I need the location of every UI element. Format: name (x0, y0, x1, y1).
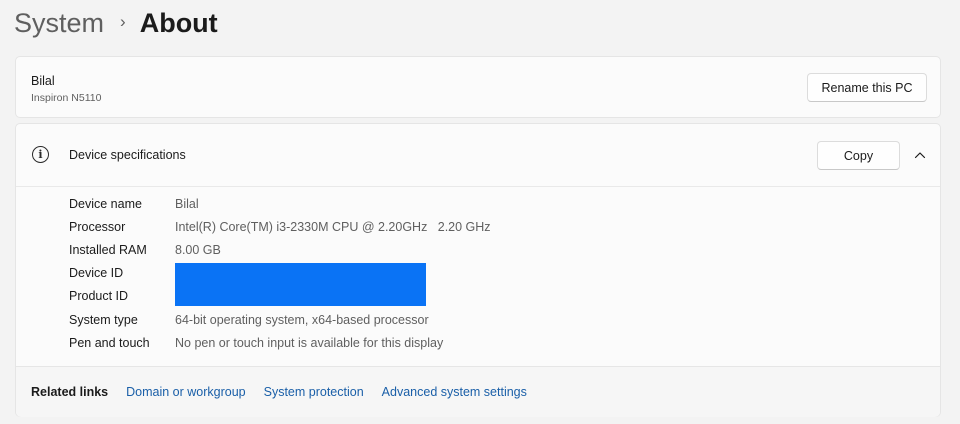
spec-row-product-id: Product ID (69, 286, 175, 306)
spec-row-installed-ram: Installed RAM 8.00 GB (69, 240, 221, 260)
breadcrumb: System › About (14, 4, 218, 42)
spec-label: Device ID (69, 266, 124, 280)
info-icon: i (32, 146, 49, 163)
pc-name-card: Bilal Inspiron N5110 Rename this PC (15, 56, 941, 118)
spec-row-system-type: System type 64-bit operating system, x64… (69, 310, 429, 330)
redaction-box (175, 263, 426, 306)
spec-label: Installed RAM (69, 243, 147, 257)
device-specifications-card: i Device specifications Copy Device name… (15, 123, 941, 417)
spec-label: Product ID (69, 289, 129, 303)
spec-row-pen-and-touch: Pen and touch No pen or touch input is a… (69, 333, 443, 353)
breadcrumb-chevron-icon: › (120, 12, 126, 31)
link-domain-or-workgroup[interactable]: Domain or workgroup (126, 385, 246, 399)
spec-row-device-name: Device name Bilal (69, 194, 199, 214)
spec-value: 8.00 GB (175, 243, 221, 257)
page-title: About (139, 7, 218, 38)
related-links-label: Related links (31, 385, 109, 399)
device-specifications-title: Device specifications (69, 148, 186, 162)
link-system-protection[interactable]: System protection (264, 385, 364, 399)
spec-value: 64-bit operating system, x64-based proce… (175, 313, 429, 327)
rename-pc-button[interactable]: Rename this PC (807, 73, 927, 102)
spec-label: Device name (69, 197, 142, 211)
device-specifications-header[interactable]: i Device specifications Copy (16, 124, 940, 187)
spec-row-processor: Processor Intel(R) Core(TM) i3-2330M CPU… (69, 217, 491, 237)
spec-row-device-id: Device ID (69, 263, 175, 283)
related-links-bar: Related links Domain or workgroup System… (16, 366, 940, 417)
breadcrumb-system[interactable]: System (14, 8, 104, 39)
spec-label: Pen and touch (69, 336, 150, 350)
spec-label: System type (69, 313, 138, 327)
spec-value: Bilal (175, 197, 199, 211)
link-advanced-system-settings[interactable]: Advanced system settings (382, 385, 527, 399)
pc-model: Inspiron N5110 (31, 92, 102, 104)
pc-name: Bilal (31, 74, 55, 88)
spec-label: Processor (69, 220, 126, 234)
chevron-up-icon[interactable] (913, 148, 927, 162)
spec-value: Intel(R) Core(TM) i3-2330M CPU @ 2.20GHz… (175, 220, 491, 234)
spec-value: No pen or touch input is available for t… (175, 336, 444, 350)
copy-button[interactable]: Copy (817, 141, 900, 170)
